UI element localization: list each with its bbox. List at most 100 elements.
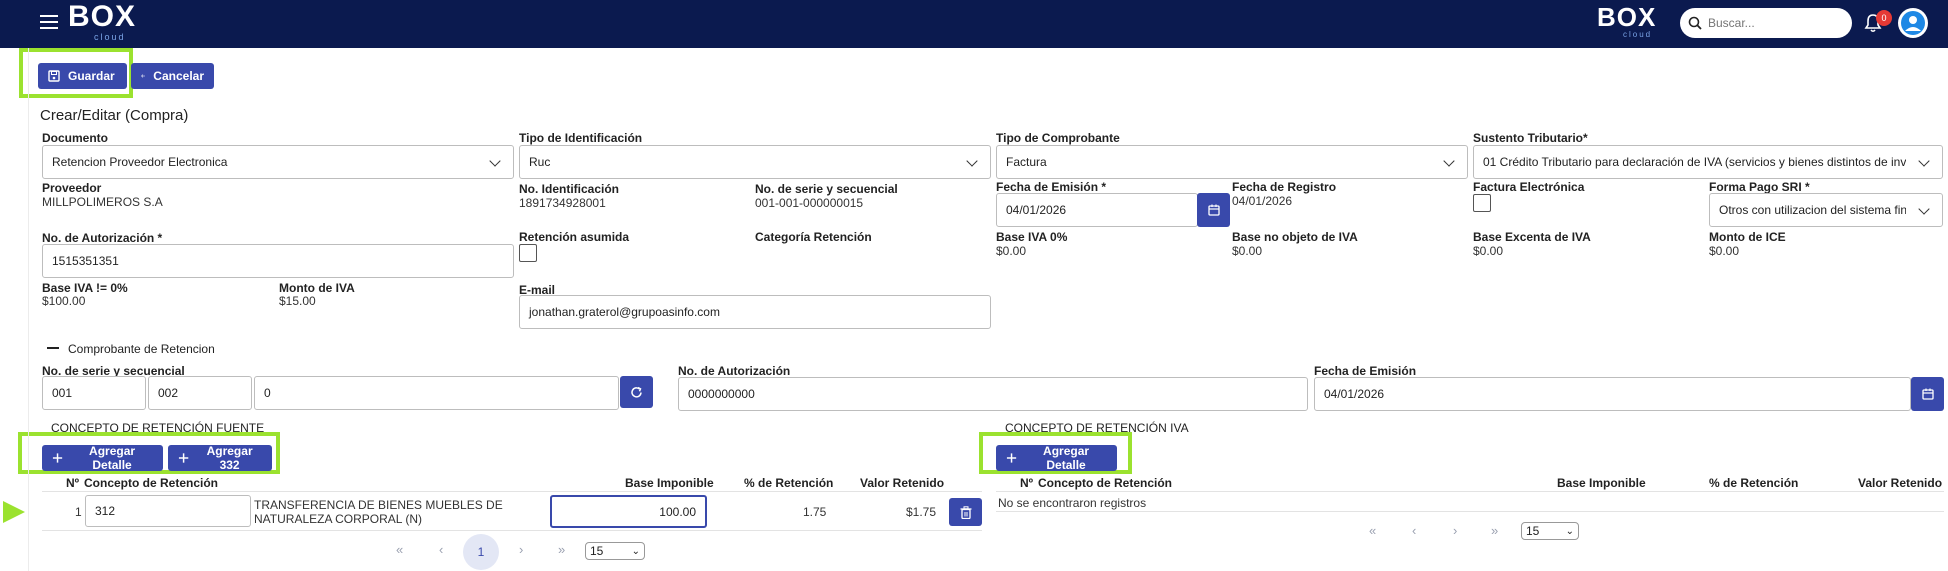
- fuente-add-detail-button[interactable]: Agregar Detalle: [42, 444, 163, 472]
- fuente-row-base-input[interactable]: 100.00: [550, 495, 707, 528]
- fuente-next-page-icon[interactable]: ›: [519, 542, 523, 557]
- save-button[interactable]: Guardar: [38, 63, 127, 89]
- monto-iva-label: Monto de IVA: [279, 281, 355, 295]
- iva-page-size-select[interactable]: 15 ⌄: [1521, 522, 1579, 540]
- fuente-row-delete-button[interactable]: [949, 498, 982, 526]
- monto-ice-label: Monto de ICE: [1709, 230, 1786, 244]
- iva-last-page-icon[interactable]: »: [1491, 523, 1498, 538]
- fuente-header-valor: Valor Retenido: [860, 476, 945, 490]
- proveedor-label: Proveedor: [42, 181, 102, 195]
- cancel-label: Cancelar: [153, 69, 204, 83]
- chevron-down-icon: ⌄: [631, 545, 640, 557]
- sustento-select[interactable]: 01 Crédito Tributario para declaración d…: [1473, 145, 1943, 179]
- fuente-add-detail-label: Agregar Detalle: [89, 444, 136, 472]
- fuente-row-codigo-input[interactable]: 312: [85, 495, 251, 527]
- trash-icon: [960, 505, 971, 519]
- iva-page-size: 15: [1526, 524, 1540, 538]
- autorizacion-label: No. de Autorización *: [42, 231, 163, 245]
- refresh-icon: [631, 386, 642, 398]
- search-icon: [1688, 16, 1702, 30]
- serie-secuencial-label: No. de serie y secuencial: [755, 182, 898, 196]
- autorizacion-input[interactable]: 1515351351: [42, 244, 514, 278]
- iva-header-divider: [996, 491, 1944, 492]
- iva-header-porcentaje: % de Retención: [1709, 476, 1799, 490]
- retencion-asumida-checkbox[interactable]: [519, 244, 537, 262]
- fuente-row-n: 1: [75, 505, 82, 519]
- base-iva-0-value: $0.00: [996, 244, 1027, 258]
- iva-prev-page-icon[interactable]: ‹: [1412, 523, 1416, 538]
- tipo-comprobante-label: Tipo de Comprobante: [996, 131, 1120, 145]
- fecha-emision-value: 04/01/2026: [1006, 203, 1067, 217]
- documento-select[interactable]: Retencion Proveedor Electronica: [42, 145, 514, 179]
- fuente-header-divider: [42, 491, 982, 492]
- fuente-prev-page-icon[interactable]: ‹: [439, 542, 443, 557]
- fuente-header-base: Base Imponible: [625, 476, 714, 490]
- comprobante-fecha-label: Fecha de Emisión: [1314, 364, 1417, 378]
- tipo-comprobante-select[interactable]: Factura: [996, 145, 1468, 179]
- notification-badge: 0: [1876, 10, 1892, 26]
- iva-next-page-icon[interactable]: ›: [1453, 523, 1457, 538]
- fecha-emision-input[interactable]: 04/01/2026: [996, 193, 1198, 227]
- iva-first-page-icon[interactable]: «: [1369, 523, 1376, 538]
- fuente-page-size: 15: [590, 544, 604, 558]
- factura-electronica-checkbox[interactable]: [1473, 194, 1491, 212]
- comprobante-serie-2-value: 002: [158, 386, 179, 400]
- collapse-icon[interactable]: [47, 347, 59, 349]
- monto-iva-value: $15.00: [279, 294, 316, 308]
- fuente-row-descripcion: TRANSFERENCIA DE BIENES MUEBLES DE NATUR…: [254, 498, 503, 526]
- tipo-comprobante-value: Factura: [1006, 155, 1047, 169]
- logo-text: BOX: [68, 0, 137, 33]
- logo[interactable]: BOX cloud: [68, 0, 137, 43]
- fecha-emision-calendar-button[interactable]: [1197, 193, 1230, 227]
- right-logo: BOX cloud: [1597, 4, 1656, 39]
- comprobante-fecha-value: 04/01/2026: [1324, 387, 1385, 401]
- categoria-retencion-label: Categoría Retención: [755, 230, 872, 244]
- forma-pago-select[interactable]: Otros con utilizacion del sistema fin: [1709, 193, 1943, 227]
- user-icon: [1901, 11, 1925, 35]
- user-avatar[interactable]: [1898, 8, 1928, 38]
- comprobante-serie-3-input[interactable]: 0: [254, 376, 619, 410]
- save-label: Guardar: [68, 69, 115, 83]
- plus-icon: [178, 453, 189, 463]
- calendar-icon: [1207, 204, 1220, 216]
- comprobante-autorizacion-input[interactable]: 0000000000: [678, 377, 1308, 411]
- iva-header-concepto: Concepto de Retención: [1038, 476, 1173, 490]
- fuente-row-valor: $1.75: [906, 505, 937, 519]
- logo-subtext: cloud: [94, 32, 126, 42]
- right-logo-text: BOX: [1597, 2, 1657, 32]
- base-excenta-label: Base Excenta de IVA: [1473, 230, 1591, 244]
- fuente-row-descripcion-2: NATURALEZA CORPORAL (N): [254, 512, 423, 526]
- fuente-row-divider: [42, 530, 982, 531]
- tipo-identificacion-select[interactable]: Ruc: [519, 145, 991, 179]
- tipo-identificacion-label: Tipo de Identificación: [519, 131, 643, 145]
- fuente-page-size-select[interactable]: 15 ⌄: [585, 542, 645, 560]
- fuente-header-porcentaje: % de Retención: [744, 476, 834, 490]
- menu-icon[interactable]: [40, 15, 60, 31]
- comprobante-serie-2-input[interactable]: 002: [148, 376, 252, 410]
- fecha-registro-value: 04/01/2026: [1232, 194, 1293, 208]
- chevron-down-icon: ⌄: [1565, 525, 1574, 537]
- comprobante-toggle[interactable]: Comprobante de Retencion: [68, 342, 215, 356]
- fuente-row-descripcion-1: TRANSFERENCIA DE BIENES MUEBLES DE: [254, 498, 503, 512]
- sustento-value: 01 Crédito Tributario para declaración d…: [1483, 155, 1906, 169]
- search-box[interactable]: [1680, 8, 1852, 38]
- search-input[interactable]: [1708, 16, 1838, 30]
- no-identificacion-value: 1891734928001: [519, 196, 606, 210]
- add-332-button[interactable]: Agregar 332: [168, 444, 272, 472]
- sustento-label: Sustento Tributario*: [1473, 131, 1588, 145]
- plus-icon: [1006, 453, 1017, 463]
- fuente-first-page-icon[interactable]: «: [396, 542, 403, 557]
- cancel-button[interactable]: Cancelar: [131, 63, 214, 89]
- email-input[interactable]: jonathan.graterol@grupoasinfo.com: [519, 295, 991, 329]
- comprobante-calendar-button[interactable]: [1911, 377, 1944, 411]
- right-logo-subtext: cloud: [1623, 30, 1653, 39]
- base-iva-no0-value: $100.00: [42, 294, 86, 308]
- comprobante-fecha-input[interactable]: 04/01/2026: [1314, 377, 1911, 411]
- fuente-last-page-icon[interactable]: »: [558, 542, 565, 557]
- iva-empty-message: No se encontraron registros: [998, 496, 1147, 510]
- fuente-row-codigo: 312: [95, 504, 116, 518]
- iva-add-detail-button[interactable]: Agregar Detalle: [996, 444, 1117, 472]
- comprobante-serie-1-input[interactable]: 001: [42, 376, 146, 410]
- fuente-current-page[interactable]: 1: [463, 534, 499, 570]
- refresh-button[interactable]: [620, 376, 653, 408]
